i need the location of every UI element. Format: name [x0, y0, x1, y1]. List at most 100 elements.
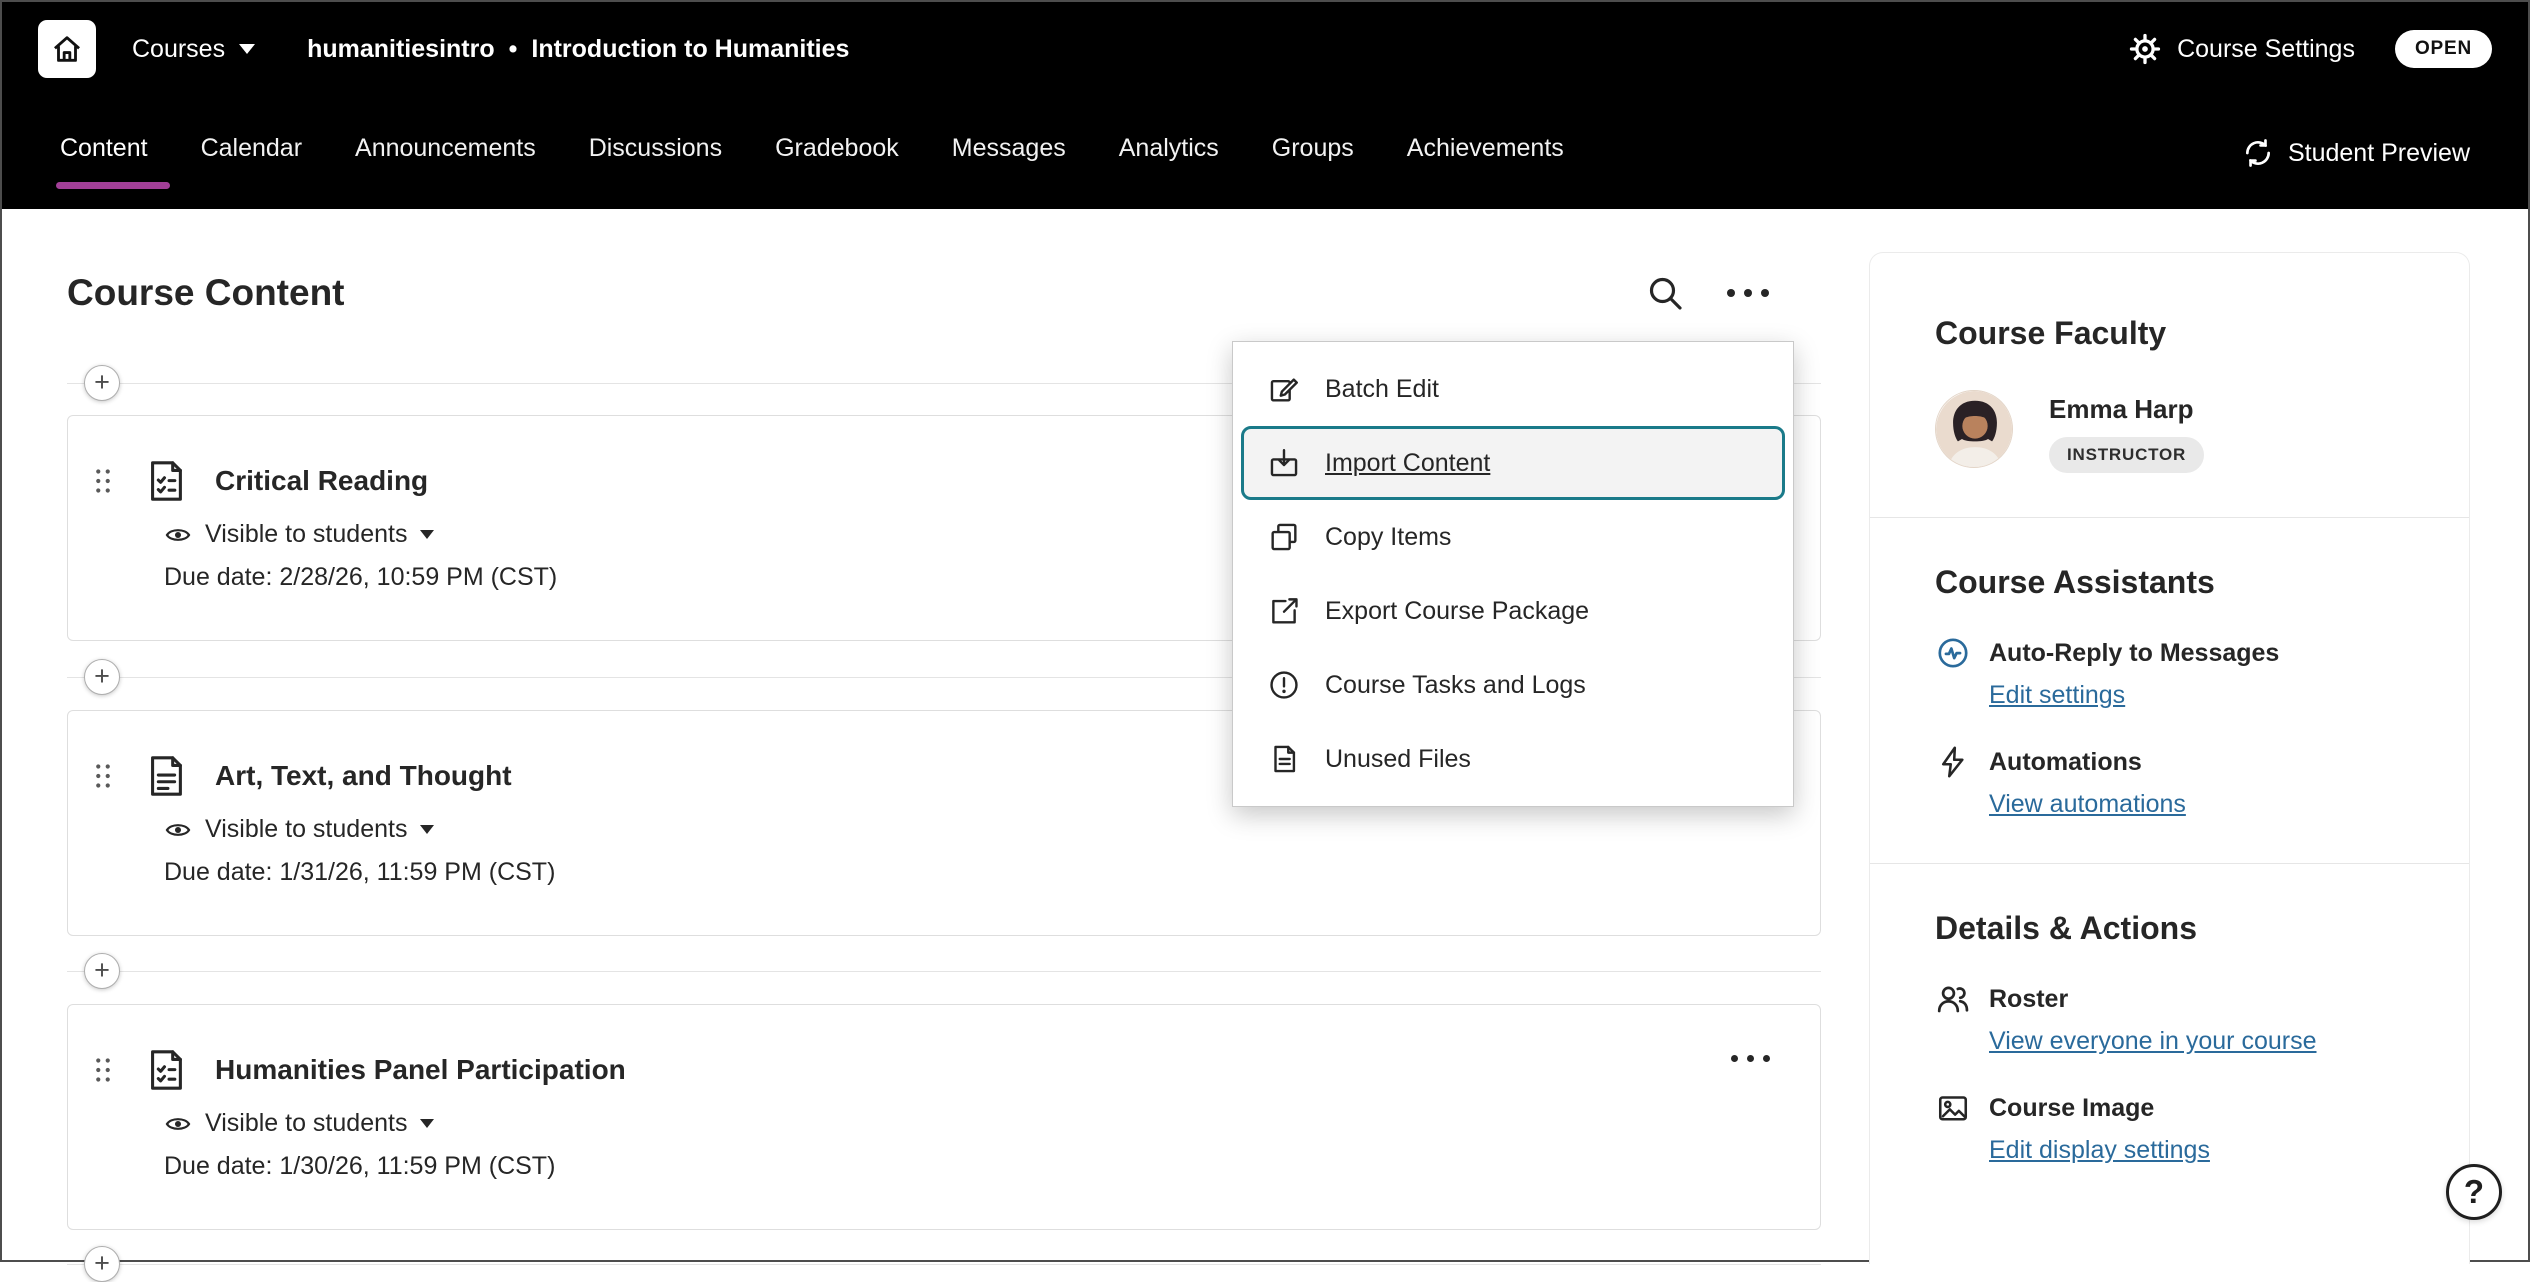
add-content-button[interactable]: + — [84, 1246, 120, 1282]
menu-item-label: Course Tasks and Logs — [1325, 671, 1586, 700]
content-item-title[interactable]: Art, Text, and Thought — [215, 760, 512, 792]
due-date-text: Due date: 1/31/26, 11:59 PM (CST) — [164, 858, 1780, 887]
edit-settings-link[interactable]: Edit settings — [1989, 681, 2125, 710]
visibility-label: Visible to students — [205, 1109, 407, 1138]
menu-item-copy-items[interactable]: Copy Items — [1233, 500, 1793, 574]
lightning-icon — [1935, 744, 1971, 780]
menu-item-import-content[interactable]: Import Content — [1241, 426, 1785, 500]
visibility-dropdown[interactable]: Visible to students — [164, 1109, 1780, 1138]
menu-item-export-course-package[interactable]: Export Course Package — [1233, 574, 1793, 648]
menu-item-label: Copy Items — [1325, 523, 1451, 552]
menu-item-label: Import Content — [1325, 449, 1490, 478]
page-title: Course Content — [67, 272, 345, 314]
details-item-roster: Roster View everyone in your course — [1935, 981, 2419, 1056]
assistant-item-automations: Automations View automations — [1935, 744, 2419, 819]
text-document-icon — [143, 753, 189, 799]
unused-files-icon — [1267, 742, 1301, 776]
eye-icon — [164, 521, 192, 549]
tab-groups[interactable]: Groups — [1272, 96, 1354, 209]
tab-discussions[interactable]: Discussions — [589, 96, 722, 209]
edit-display-settings-link[interactable]: Edit display settings — [1989, 1136, 2210, 1165]
menu-item-label: Unused Files — [1325, 745, 1471, 774]
home-button[interactable] — [38, 20, 96, 78]
nav-tabs: Content Calendar Announcements Discussio… — [60, 96, 1564, 209]
gear-icon — [2127, 31, 2163, 67]
tab-messages[interactable]: Messages — [952, 96, 1066, 209]
menu-item-label: Batch Edit — [1325, 375, 1439, 404]
details-item-course-image: Course Image Edit display settings — [1935, 1090, 2419, 1165]
add-content-button[interactable]: + — [84, 953, 120, 989]
details-item-title: Course Image — [1989, 1094, 2154, 1123]
visibility-label: Visible to students — [205, 520, 407, 549]
assessment-document-icon — [143, 1047, 189, 1093]
details-item-title: Roster — [1989, 985, 2068, 1014]
eye-icon — [164, 1110, 192, 1138]
student-preview-label: Student Preview — [2288, 139, 2470, 168]
help-button[interactable]: ? — [2446, 1164, 2502, 1220]
view-everyone-link[interactable]: View everyone in your course — [1989, 1027, 2317, 1056]
tab-announcements[interactable]: Announcements — [355, 96, 536, 209]
batch-edit-icon — [1267, 372, 1301, 406]
courses-menu-button[interactable]: Courses — [132, 35, 255, 64]
visibility-label: Visible to students — [205, 815, 407, 844]
divider-line — [67, 1264, 1821, 1265]
search-icon — [1645, 273, 1685, 313]
import-content-icon — [1267, 446, 1301, 480]
eye-icon — [164, 816, 192, 844]
more-options-button[interactable] — [1727, 289, 1769, 297]
course-faculty-heading: Course Faculty — [1935, 253, 2419, 352]
tab-achievements[interactable]: Achievements — [1407, 96, 1564, 209]
breadcrumb-course-id: humanitiesintro — [307, 35, 495, 64]
content-item-title[interactable]: Humanities Panel Participation — [215, 1054, 626, 1086]
add-content-button[interactable]: + — [84, 365, 120, 401]
courses-label: Courses — [132, 35, 225, 64]
chevron-down-icon — [420, 1119, 434, 1128]
menu-item-unused-files[interactable]: Unused Files — [1233, 722, 1793, 796]
divider-line — [67, 971, 1821, 972]
roster-icon — [1935, 981, 1971, 1017]
export-package-icon — [1267, 594, 1301, 628]
assessment-document-icon — [143, 458, 189, 504]
add-content-button[interactable]: + — [84, 659, 120, 695]
ellipsis-icon — [1727, 289, 1769, 297]
course-details-panel: Course Faculty Emma Harp INSTRUCTOR Cour… — [1869, 252, 2470, 1264]
copy-items-icon — [1267, 520, 1301, 554]
tab-analytics[interactable]: Analytics — [1119, 96, 1219, 209]
student-preview-icon — [2242, 137, 2274, 169]
breadcrumb-course-name: Introduction to Humanities — [531, 35, 849, 64]
visibility-dropdown[interactable]: Visible to students — [164, 815, 1780, 844]
chevron-down-icon — [420, 530, 434, 539]
home-icon — [50, 32, 84, 66]
menu-item-batch-edit[interactable]: Batch Edit — [1233, 352, 1793, 426]
ellipsis-icon — [1731, 1055, 1770, 1062]
assistant-item-title: Automations — [1989, 748, 2142, 777]
content-item-title[interactable]: Critical Reading — [215, 465, 428, 497]
auto-reply-icon — [1935, 635, 1971, 671]
tab-gradebook[interactable]: Gradebook — [775, 96, 899, 209]
menu-item-course-tasks-and-logs[interactable]: Course Tasks and Logs — [1233, 648, 1793, 722]
instructor-row: Emma Harp INSTRUCTOR — [1935, 390, 2419, 473]
course-image-icon — [1935, 1090, 1971, 1126]
drag-handle-icon[interactable] — [93, 466, 113, 496]
content-header: Course Content — [67, 267, 1821, 319]
header-icons — [1645, 273, 1821, 313]
avatar[interactable] — [1935, 390, 2013, 468]
course-settings-button[interactable]: Course Settings — [2177, 35, 2355, 64]
tab-calendar[interactable]: Calendar — [201, 96, 302, 209]
question-mark-icon: ? — [2464, 1173, 2484, 1211]
topbar-right: Course Settings OPEN — [2127, 30, 2492, 68]
top-bar: Courses humanitiesintro • Introduction t… — [2, 2, 2528, 96]
insert-content-divider: + — [67, 953, 1821, 989]
menu-item-label: Export Course Package — [1325, 597, 1589, 626]
view-automations-link[interactable]: View automations — [1989, 790, 2186, 819]
assistant-item-auto-reply: Auto-Reply to Messages Edit settings — [1935, 635, 2419, 710]
card-menu-button[interactable] — [1731, 1055, 1770, 1062]
course-nav-bar: Content Calendar Announcements Discussio… — [2, 96, 2528, 209]
drag-handle-icon[interactable] — [93, 1055, 113, 1085]
course-open-badge[interactable]: OPEN — [2395, 30, 2492, 68]
search-button[interactable] — [1645, 273, 1685, 313]
tab-content[interactable]: Content — [60, 96, 148, 209]
chevron-down-icon — [239, 44, 255, 54]
student-preview-button[interactable]: Student Preview — [2242, 96, 2470, 176]
drag-handle-icon[interactable] — [93, 761, 113, 791]
